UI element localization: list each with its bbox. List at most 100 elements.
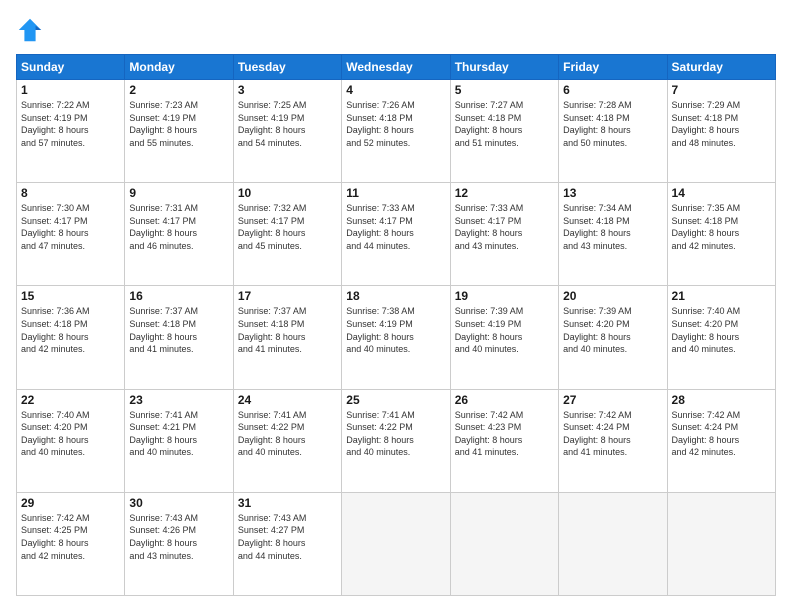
day-number: 26 [455, 393, 554, 407]
weekday-header-monday: Monday [125, 55, 233, 80]
day-number: 30 [129, 496, 228, 510]
day-info: Sunrise: 7:22 AM Sunset: 4:19 PM Dayligh… [21, 99, 120, 149]
day-cell: 11 Sunrise: 7:33 AM Sunset: 4:17 PM Dayli… [342, 183, 450, 286]
day-number: 18 [346, 289, 445, 303]
day-info: Sunrise: 7:27 AM Sunset: 4:18 PM Dayligh… [455, 99, 554, 149]
day-number: 29 [21, 496, 120, 510]
day-info: Sunrise: 7:23 AM Sunset: 4:19 PM Dayligh… [129, 99, 228, 149]
day-cell: 10 Sunrise: 7:32 AM Sunset: 4:17 PM Dayli… [233, 183, 341, 286]
day-cell: 7 Sunrise: 7:29 AM Sunset: 4:18 PM Daylig… [667, 80, 775, 183]
day-cell: 17Sunrise: 7:37 AM Sunset: 4:18 PM Dayli… [233, 286, 341, 389]
day-info: Sunrise: 7:41 AM Sunset: 4:22 PM Dayligh… [346, 409, 445, 459]
day-info: Sunrise: 7:42 AM Sunset: 4:25 PM Dayligh… [21, 512, 120, 562]
day-info: Sunrise: 7:38 AM Sunset: 4:19 PM Dayligh… [346, 305, 445, 355]
logo-icon [16, 16, 44, 44]
day-info: Sunrise: 7:35 AM Sunset: 4:18 PM Dayligh… [672, 202, 771, 252]
day-info: Sunrise: 7:39 AM Sunset: 4:20 PM Dayligh… [563, 305, 662, 355]
day-cell: 30 Sunrise: 7:43 AM Sunset: 4:26 PM Dayli… [125, 492, 233, 595]
day-info: Sunrise: 7:42 AM Sunset: 4:24 PM Dayligh… [563, 409, 662, 459]
day-info: Sunrise: 7:31 AM Sunset: 4:17 PM Dayligh… [129, 202, 228, 252]
week-row-3: 15Sunrise: 7:36 AM Sunset: 4:18 PM Dayli… [17, 286, 776, 389]
day-cell: 24 Sunrise: 7:41 AM Sunset: 4:22 PM Dayli… [233, 389, 341, 492]
calendar: SundayMondayTuesdayWednesdayThursdayFrid… [16, 54, 776, 596]
day-info: Sunrise: 7:43 AM Sunset: 4:27 PM Dayligh… [238, 512, 337, 562]
day-info: Sunrise: 7:42 AM Sunset: 4:23 PM Dayligh… [455, 409, 554, 459]
day-cell: 8Sunrise: 7:30 AM Sunset: 4:17 PM Daylig… [17, 183, 125, 286]
weekday-header-friday: Friday [559, 55, 667, 80]
logo [16, 16, 48, 44]
day-number: 14 [672, 186, 771, 200]
day-info: Sunrise: 7:41 AM Sunset: 4:22 PM Dayligh… [238, 409, 337, 459]
day-cell: 2 Sunrise: 7:23 AM Sunset: 4:19 PM Daylig… [125, 80, 233, 183]
day-cell: 19 Sunrise: 7:39 AM Sunset: 4:19 PM Dayli… [450, 286, 558, 389]
day-info: Sunrise: 7:36 AM Sunset: 4:18 PM Dayligh… [21, 305, 120, 355]
day-info: Sunrise: 7:26 AM Sunset: 4:18 PM Dayligh… [346, 99, 445, 149]
day-number: 22 [21, 393, 120, 407]
day-info: Sunrise: 7:34 AM Sunset: 4:18 PM Dayligh… [563, 202, 662, 252]
day-cell: 6Sunrise: 7:28 AM Sunset: 4:18 PM Daylig… [559, 80, 667, 183]
day-cell: 12 Sunrise: 7:33 AM Sunset: 4:17 PM Dayli… [450, 183, 558, 286]
day-cell: 28 Sunrise: 7:42 AM Sunset: 4:24 PM Dayli… [667, 389, 775, 492]
day-cell: 3 Sunrise: 7:25 AM Sunset: 4:19 PM Daylig… [233, 80, 341, 183]
page: SundayMondayTuesdayWednesdayThursdayFrid… [0, 0, 792, 612]
day-cell: 14 Sunrise: 7:35 AM Sunset: 4:18 PM Dayli… [667, 183, 775, 286]
weekday-header-tuesday: Tuesday [233, 55, 341, 80]
day-number: 16 [129, 289, 228, 303]
day-info: Sunrise: 7:32 AM Sunset: 4:17 PM Dayligh… [238, 202, 337, 252]
day-number: 4 [346, 83, 445, 97]
day-cell: 18 Sunrise: 7:38 AM Sunset: 4:19 PM Dayli… [342, 286, 450, 389]
day-number: 2 [129, 83, 228, 97]
day-info: Sunrise: 7:33 AM Sunset: 4:17 PM Dayligh… [455, 202, 554, 252]
day-info: Sunrise: 7:39 AM Sunset: 4:19 PM Dayligh… [455, 305, 554, 355]
day-cell: 25 Sunrise: 7:41 AM Sunset: 4:22 PM Dayli… [342, 389, 450, 492]
day-number: 28 [672, 393, 771, 407]
weekday-header-saturday: Saturday [667, 55, 775, 80]
day-cell: 27Sunrise: 7:42 AM Sunset: 4:24 PM Dayli… [559, 389, 667, 492]
day-cell: 20Sunrise: 7:39 AM Sunset: 4:20 PM Dayli… [559, 286, 667, 389]
day-info: Sunrise: 7:40 AM Sunset: 4:20 PM Dayligh… [672, 305, 771, 355]
week-row-1: 1 Sunrise: 7:22 AM Sunset: 4:19 PM Daylig… [17, 80, 776, 183]
day-number: 24 [238, 393, 337, 407]
day-number: 9 [129, 186, 228, 200]
day-cell: 13 Sunrise: 7:34 AM Sunset: 4:18 PM Dayli… [559, 183, 667, 286]
day-info: Sunrise: 7:33 AM Sunset: 4:17 PM Dayligh… [346, 202, 445, 252]
day-cell [342, 492, 450, 595]
day-cell: 26 Sunrise: 7:42 AM Sunset: 4:23 PM Dayli… [450, 389, 558, 492]
week-row-4: 22Sunrise: 7:40 AM Sunset: 4:20 PM Dayli… [17, 389, 776, 492]
day-number: 25 [346, 393, 445, 407]
weekday-header-wednesday: Wednesday [342, 55, 450, 80]
day-info: Sunrise: 7:37 AM Sunset: 4:18 PM Dayligh… [129, 305, 228, 355]
day-number: 13 [563, 186, 662, 200]
day-cell: 22Sunrise: 7:40 AM Sunset: 4:20 PM Dayli… [17, 389, 125, 492]
day-number: 19 [455, 289, 554, 303]
day-cell [559, 492, 667, 595]
day-info: Sunrise: 7:25 AM Sunset: 4:19 PM Dayligh… [238, 99, 337, 149]
day-cell: 23 Sunrise: 7:41 AM Sunset: 4:21 PM Dayli… [125, 389, 233, 492]
day-cell [667, 492, 775, 595]
day-cell: 31 Sunrise: 7:43 AM Sunset: 4:27 PM Dayli… [233, 492, 341, 595]
day-cell: 9 Sunrise: 7:31 AM Sunset: 4:17 PM Daylig… [125, 183, 233, 286]
day-number: 7 [672, 83, 771, 97]
day-info: Sunrise: 7:43 AM Sunset: 4:26 PM Dayligh… [129, 512, 228, 562]
day-info: Sunrise: 7:30 AM Sunset: 4:17 PM Dayligh… [21, 202, 120, 252]
day-number: 12 [455, 186, 554, 200]
weekday-header-row: SundayMondayTuesdayWednesdayThursdayFrid… [17, 55, 776, 80]
weekday-header-thursday: Thursday [450, 55, 558, 80]
day-cell: 21 Sunrise: 7:40 AM Sunset: 4:20 PM Dayli… [667, 286, 775, 389]
day-number: 11 [346, 186, 445, 200]
day-info: Sunrise: 7:41 AM Sunset: 4:21 PM Dayligh… [129, 409, 228, 459]
day-number: 3 [238, 83, 337, 97]
day-cell: 16 Sunrise: 7:37 AM Sunset: 4:18 PM Dayli… [125, 286, 233, 389]
day-info: Sunrise: 7:42 AM Sunset: 4:24 PM Dayligh… [672, 409, 771, 459]
day-number: 21 [672, 289, 771, 303]
day-cell: 5Sunrise: 7:27 AM Sunset: 4:18 PM Daylig… [450, 80, 558, 183]
day-number: 6 [563, 83, 662, 97]
day-number: 10 [238, 186, 337, 200]
day-number: 1 [21, 83, 120, 97]
day-info: Sunrise: 7:29 AM Sunset: 4:18 PM Dayligh… [672, 99, 771, 149]
day-number: 31 [238, 496, 337, 510]
day-number: 17 [238, 289, 337, 303]
day-number: 23 [129, 393, 228, 407]
header [16, 16, 776, 44]
day-cell: 15Sunrise: 7:36 AM Sunset: 4:18 PM Dayli… [17, 286, 125, 389]
